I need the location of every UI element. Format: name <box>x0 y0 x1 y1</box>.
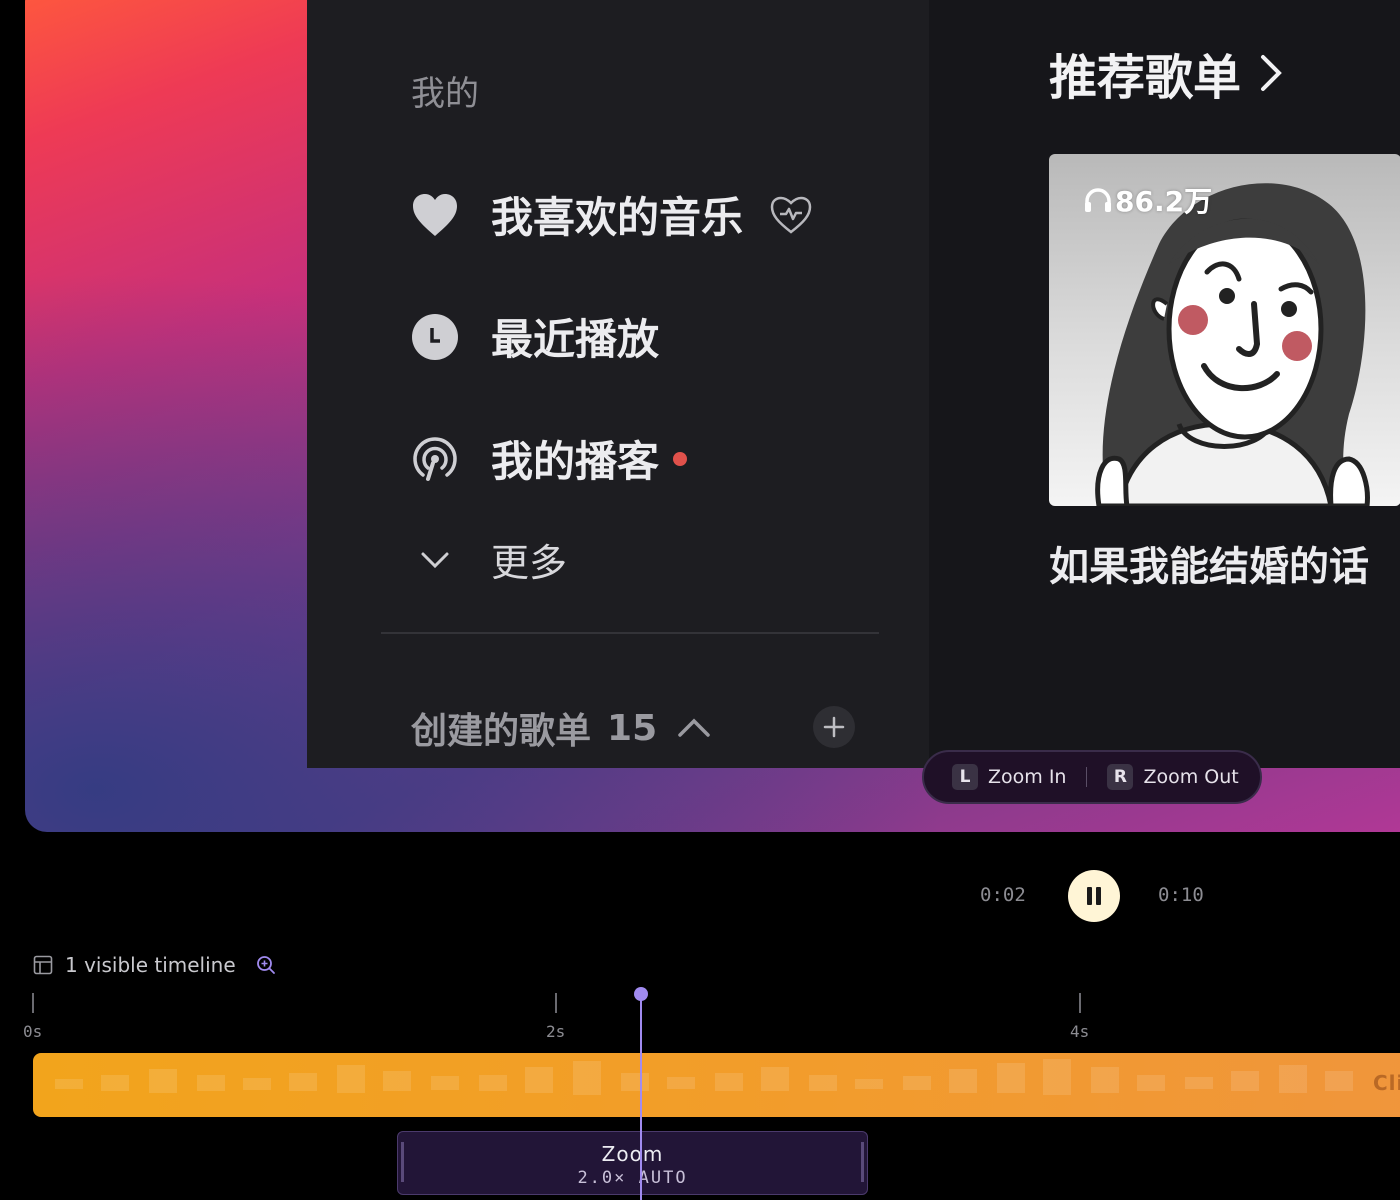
created-playlists-label: 创建的歌单 <box>411 711 592 752</box>
chevron-right-icon <box>1259 53 1283 93</box>
visible-timeline-count: 1 visible timeline <box>65 953 236 977</box>
sidebar: 我的 我喜欢的音乐 最近播放 我的播客 更多 创建的歌单 15 <box>307 0 929 768</box>
playhead[interactable] <box>640 995 642 1200</box>
sidebar-item-podcast[interactable]: 我的播客 <box>411 428 688 489</box>
zoom-in-label: Zoom In <box>988 766 1067 788</box>
sidebar-divider <box>381 632 879 634</box>
clip-label: Cli <box>1373 1071 1400 1095</box>
zoom-segment-subtitle: 2.0× AUTO <box>577 1168 688 1188</box>
created-playlists-count: 15 <box>607 707 658 749</box>
main-content: 推荐歌单 86.2万 如果我能结婚的话 <box>929 0 1400 768</box>
sidebar-item-recent[interactable]: 最近播放 <box>411 306 659 367</box>
music-app-window: 我的 我喜欢的音乐 最近播放 我的播客 更多 创建的歌单 15 推荐歌单 86.… <box>307 0 1400 768</box>
timeline-header: 1 visible timeline <box>33 953 276 977</box>
headphones-icon <box>1083 187 1113 213</box>
play-count-value: 86.2万 <box>1115 185 1213 218</box>
sidebar-item-liked-music[interactable]: 我喜欢的音乐 <box>411 184 813 245</box>
heartbeat-mode-icon[interactable] <box>769 195 813 235</box>
zoom-segment[interactable]: Zoom 2.0× AUTO <box>397 1131 868 1195</box>
video-preview: 我的 我喜欢的音乐 最近播放 我的播客 更多 创建的歌单 15 推荐歌单 86.… <box>25 0 1400 832</box>
playlist-cover[interactable]: 86.2万 <box>1049 154 1400 506</box>
sidebar-section-label: 我的 <box>411 74 479 114</box>
playhead-handle[interactable] <box>634 987 648 1001</box>
recommended-playlists-header[interactable]: 推荐歌单 <box>1049 38 1283 108</box>
add-playlist-button[interactable] <box>813 706 855 748</box>
playlist-name[interactable]: 如果我能结婚的话 <box>1049 534 1369 592</box>
notification-dot <box>673 451 688 466</box>
section-title: 推荐歌单 <box>1049 50 1242 106</box>
sidebar-item-more[interactable]: 更多 <box>411 532 567 587</box>
ruler-tick <box>1079 993 1081 1013</box>
zoom-shortcut-hint: L Zoom In R Zoom Out <box>922 750 1262 804</box>
podcast-icon <box>411 435 459 483</box>
hint-separator <box>1086 767 1088 787</box>
video-clip[interactable]: Cli <box>33 1053 1400 1117</box>
zoom-out-label: Zoom Out <box>1143 766 1239 788</box>
sidebar-item-label: 更多 <box>491 541 568 585</box>
chevron-up-icon <box>677 717 711 739</box>
key-l-badge: L <box>952 764 978 790</box>
current-time: 0:02 <box>980 884 1026 906</box>
ruler-tick-label: 0s <box>23 1022 43 1041</box>
audio-waveform <box>55 1059 1353 1095</box>
ruler-tick-label: 4s <box>1070 1022 1090 1041</box>
layout-panel-icon[interactable] <box>33 955 53 975</box>
sidebar-item-label: 最近播放 <box>491 315 660 364</box>
chevron-down-icon <box>411 536 459 584</box>
sidebar-item-label: 我喜欢的音乐 <box>491 193 744 242</box>
total-time: 0:10 <box>1158 884 1204 906</box>
pause-icon <box>1085 886 1103 906</box>
zoom-timeline-icon[interactable] <box>256 955 276 975</box>
pause-button[interactable] <box>1068 870 1120 922</box>
ruler-tick-label: 2s <box>546 1022 566 1041</box>
created-playlists-header[interactable]: 创建的歌单 15 <box>411 702 711 754</box>
key-r-badge: R <box>1107 764 1134 790</box>
sidebar-item-label: 我的播客 <box>491 437 660 486</box>
ruler-tick <box>555 993 557 1013</box>
play-count: 86.2万 <box>1083 180 1212 220</box>
heart-icon <box>411 191 459 239</box>
plus-icon <box>823 716 845 738</box>
zoom-segment-title: Zoom <box>601 1142 664 1166</box>
ruler-tick <box>32 993 34 1013</box>
clock-icon <box>411 313 459 361</box>
